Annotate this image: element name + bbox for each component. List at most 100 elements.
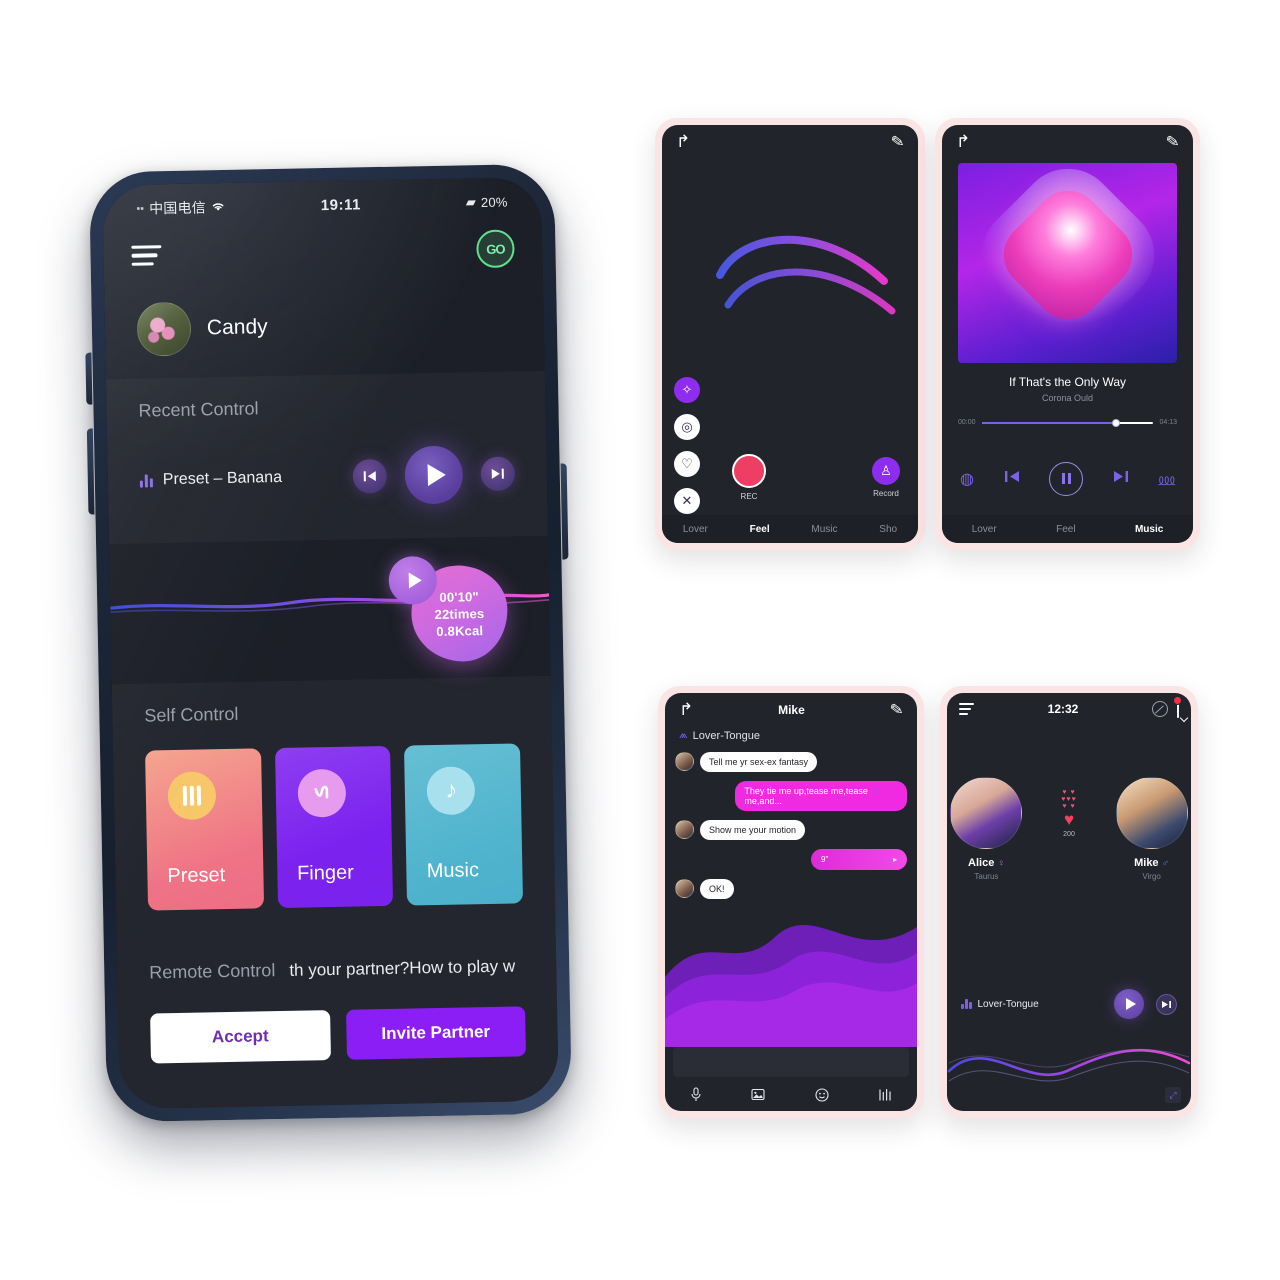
song-title: If That's the Only Way [1009, 375, 1126, 389]
lovers-track-label: Lover-Tongue [977, 998, 1039, 1010]
tile-music[interactable]: ♪ Music [404, 743, 524, 906]
tab-lover[interactable]: Lover [972, 524, 997, 535]
heart-counter: ♥ ♥ ♥♥♥ ♥ ♥ ♥ 200 [1048, 777, 1090, 838]
tab-lover[interactable]: Lover [683, 524, 708, 535]
tab-music[interactable]: Music [1135, 524, 1163, 535]
message-bubble: Show me your motion [700, 820, 806, 840]
pen-icon[interactable]: ✎ [889, 131, 906, 153]
remote-control-section: Remote Control th your partner?How to pl… [116, 930, 559, 1110]
go-button[interactable]: GO [476, 229, 515, 269]
play-button[interactable] [1114, 989, 1144, 1019]
record-dot-icon [732, 453, 766, 488]
pen-icon[interactable]: ✎ [888, 699, 905, 721]
lovers-top-bar: 12:32 [947, 693, 1191, 725]
progress-knob[interactable] [1111, 418, 1120, 427]
pause-button[interactable] [1049, 461, 1084, 496]
tile-preset[interactable]: Preset [145, 748, 264, 911]
microphone-icon[interactable] [690, 1087, 702, 1105]
recent-track: Preset – Banana [139, 469, 283, 490]
music-screen: ↰ ✎ If That's the Only Way Corona Ould 0… [942, 125, 1193, 543]
stat-duration: 00'10" [439, 588, 479, 605]
message-row: Show me your motion [675, 820, 907, 840]
hamburger-menu-icon[interactable] [131, 244, 162, 266]
previous-track-icon[interactable] [1004, 470, 1020, 488]
wave-gesture-icon [297, 768, 347, 818]
chat-screen: ↰ Mike ✎ ⩕ Lover-Tongue Tell me yr sex-e… [665, 693, 917, 1111]
expand-icon[interactable]: ⤢ [1165, 1087, 1181, 1103]
previous-track-button[interactable] [352, 458, 388, 494]
person-right-label: Mike [1134, 857, 1159, 869]
vibration-pattern-icon[interactable] [878, 1088, 892, 1105]
voice-message-bubble[interactable]: 9" ▸ [811, 849, 907, 870]
accept-button[interactable]: Accept [150, 1010, 331, 1064]
back-arrow-icon[interactable]: ↰ [679, 700, 693, 720]
music-phone-device: ↰ ✎ If That's the Only Way Corona Ould 0… [935, 118, 1200, 550]
chat-phone-device: ↰ Mike ✎ ⩕ Lover-Tongue Tell me yr sex-e… [658, 686, 924, 1118]
lovers-top-icons [1151, 696, 1182, 718]
progress-slider[interactable] [981, 418, 1154, 427]
person-left[interactable]: Alice ♀ Taurus [947, 777, 1026, 881]
music-controls: ◍ ⅏ [942, 426, 1193, 515]
hamburger-menu-icon[interactable] [959, 703, 974, 715]
device-icon: ⩕ [679, 729, 688, 741]
emoji-icon[interactable] [815, 1087, 829, 1105]
equalizer-icon [139, 473, 153, 488]
song-artist: Corona Ould [1041, 393, 1094, 403]
pen-icon[interactable]: ✎ [1164, 131, 1181, 153]
tab-feel[interactable]: Feel [750, 524, 770, 535]
record-button[interactable]: REC [732, 453, 766, 501]
invite-partner-button[interactable]: Invite Partner [345, 1006, 526, 1060]
chat-message-list[interactable]: Tell me yr sex-ex fantasy They tie me up… [665, 748, 917, 1047]
equalizer-icon [961, 999, 972, 1009]
tab-music[interactable]: Music [811, 524, 837, 535]
next-track-button[interactable] [480, 456, 516, 492]
lovers-track: Lover-Tongue [961, 999, 1039, 1010]
back-arrow-icon[interactable]: ↰ [956, 132, 970, 152]
tile-finger[interactable]: Finger [274, 745, 394, 909]
star-icon[interactable]: ✧ [674, 377, 700, 403]
heart-count-label: 200 [1063, 831, 1075, 838]
female-icon: ♀ [997, 857, 1005, 869]
stat-times: 22times [434, 605, 485, 622]
back-arrow-icon[interactable]: ↰ [676, 132, 690, 152]
next-track-button[interactable] [1156, 993, 1177, 1015]
play-icon [1125, 998, 1136, 1010]
chat-title: Mike [778, 703, 805, 717]
message-row: They tie me up,tease me,tease me,and... [675, 781, 907, 811]
remote-control-title: Remote Control [149, 960, 276, 983]
repeat-icon[interactable]: ◍ [960, 469, 974, 489]
person-left-name: Alice ♀ [947, 857, 1026, 869]
chat-input[interactable] [673, 1047, 909, 1077]
avatar [675, 879, 694, 898]
power-button[interactable] [560, 463, 569, 560]
lovers-time: 12:32 [1047, 702, 1079, 716]
music-note-icon: ♪ [426, 766, 476, 816]
heart-icon: ♥ [1063, 810, 1075, 829]
feel-canvas[interactable]: ✧ ◎ ♡ ✕ REC ♙ Record [662, 159, 918, 515]
avatar-mike [1115, 777, 1188, 849]
save-record-button[interactable]: ♙ Record [872, 456, 900, 498]
person-right-sign: Virgo [1142, 872, 1161, 881]
messages: Tell me yr sex-ex fantasy They tie me up… [665, 748, 917, 899]
profile-row[interactable]: Candy [104, 279, 545, 379]
record-button-label: REC [740, 491, 758, 501]
next-track-icon[interactable] [1113, 470, 1129, 488]
lovers-wave-svg [947, 1048, 1191, 1082]
image-icon[interactable] [751, 1088, 765, 1104]
no-entry-icon[interactable] [1151, 701, 1168, 717]
spiral-icon[interactable]: ◎ [674, 414, 700, 440]
tab-feel[interactable]: Feel [1056, 524, 1075, 535]
tab-show[interactable]: Sho [879, 524, 897, 535]
play-icon: ▸ [892, 855, 897, 864]
avatar [675, 820, 694, 839]
status-time: 19:11 [320, 195, 362, 214]
app-bar: GO [103, 217, 543, 287]
status-bar-left: ▪▪ 中国电信 [136, 197, 226, 219]
chat-bubble-icon[interactable] [1172, 696, 1182, 718]
recent-control-section: Recent Control Preset – Banana [105, 370, 548, 545]
lovers-pair: Alice ♀ Taurus ♥ ♥♥♥♥♥ ♥ ♥ 200 Mike ♂ [947, 725, 1191, 881]
message-row: Tell me yr sex-ex fantasy [675, 752, 907, 772]
person-right[interactable]: Mike ♂ Virgo [1112, 777, 1191, 881]
playlist-icon[interactable]: ⅏ [1158, 468, 1175, 490]
play-button[interactable] [404, 445, 464, 505]
